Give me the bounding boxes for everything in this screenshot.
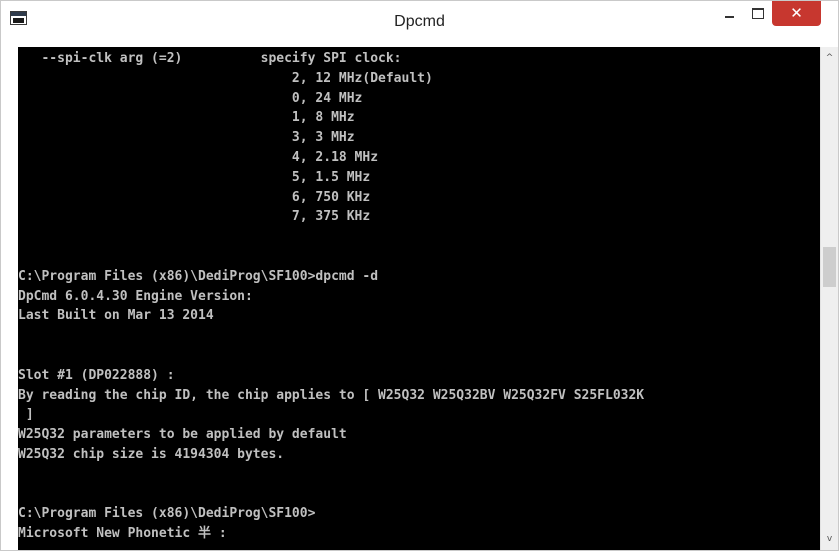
console-line: 2, 12 MHz(Default) bbox=[18, 70, 433, 86]
minimize-button[interactable] bbox=[716, 1, 743, 26]
console-line: C:\Program Files (x86)\DediProg\SF100>dp… bbox=[18, 268, 379, 284]
console-line: 1, 8 MHz bbox=[18, 110, 355, 126]
console-line: 0, 24 MHz bbox=[18, 90, 363, 106]
console-line: Microsoft New Phonetic 半 : bbox=[18, 526, 227, 542]
scroll-up-button[interactable]: ^ bbox=[821, 49, 838, 67]
chevron-up-icon: ^ bbox=[825, 53, 834, 63]
console-line: Last Built on Mar 13 2014 bbox=[18, 308, 214, 324]
console-line: 7, 375 KHz bbox=[18, 209, 371, 225]
scrollbar-thumb[interactable] bbox=[823, 247, 836, 287]
console-line: ] bbox=[18, 407, 34, 423]
title-bar[interactable]: Dpcmd ✕ bbox=[1, 1, 838, 47]
chevron-down-icon: v bbox=[826, 534, 833, 544]
console-line: --spi-clk arg (=2) specify SPI clock: bbox=[18, 51, 402, 66]
console-line: W25Q32 chip size is 4194304 bytes. bbox=[18, 446, 285, 462]
minimize-icon bbox=[725, 15, 734, 18]
console-line: W25Q32 parameters to be applied by defau… bbox=[18, 427, 347, 443]
vertical-scrollbar[interactable]: ^ v bbox=[820, 47, 838, 550]
console-line: Slot #1 (DP022888) : bbox=[18, 367, 175, 383]
console-line: 5, 1.5 MHz bbox=[18, 169, 371, 185]
maximize-button[interactable] bbox=[744, 1, 771, 26]
console-line: 3, 3 MHz bbox=[18, 130, 355, 146]
console-output[interactable]: --spi-clk arg (=2) specify SPI clock: 2,… bbox=[18, 47, 820, 550]
console-window: Dpcmd ✕ --spi-clk arg (=2) specify SPI c… bbox=[0, 0, 839, 551]
console-line: 6, 750 KHz bbox=[18, 189, 371, 205]
maximize-icon bbox=[751, 8, 764, 19]
console-line: By reading the chip ID, the chip applies… bbox=[18, 387, 645, 403]
console-line: 4, 2.18 MHz bbox=[18, 149, 379, 165]
console-line: DpCmd 6.0.4.30 Engine Version: bbox=[18, 288, 253, 304]
close-icon: ✕ bbox=[790, 4, 803, 22]
console-line: C:\Program Files (x86)\DediProg\SF100> bbox=[18, 506, 316, 522]
scroll-down-button[interactable]: v bbox=[821, 530, 838, 548]
window-title: Dpcmd bbox=[394, 13, 445, 30]
console-lines: --spi-clk arg (=2) specify SPI clock: 2,… bbox=[18, 49, 644, 544]
close-button[interactable]: ✕ bbox=[772, 1, 821, 26]
